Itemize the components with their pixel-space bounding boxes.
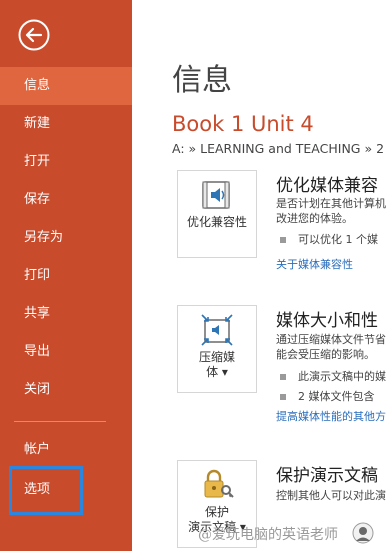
bullet-square-icon [280, 374, 286, 380]
bullet-text: 可以优化 1 个媒 [298, 233, 378, 246]
card-label: 压缩媒 [198, 350, 235, 364]
section-description-line: 能会受压缩的影响。 [276, 348, 375, 361]
sidebar-item-new[interactable]: 新建 [0, 105, 132, 143]
section-title: 媒体大小和性 [276, 311, 378, 331]
sidebar-item-print[interactable]: 打印 [0, 257, 132, 295]
compress-media-button[interactable]: 压缩媒 体 ▾ [177, 305, 257, 393]
document-path[interactable]: A: » LEARNING and TEACHING » 2 [172, 141, 384, 156]
backstage-sidebar: 信息 新建 打开 保存 另存为 打印 共享 导出 关闭 帐户 选项 [0, 0, 132, 551]
avatar [352, 522, 374, 544]
options-highlight-box [9, 466, 83, 515]
document-title: Book 1 Unit 4 [172, 112, 314, 136]
section-description-line: 改进您的体验。 [276, 212, 353, 225]
bullet-text: 2 媒体文件包含 [298, 390, 375, 403]
section-description-line: 是否计划在其他计算机 [276, 197, 386, 210]
media-compatibility-link[interactable]: 关于媒体兼容性 [276, 256, 353, 272]
bullet-square-icon [280, 394, 286, 400]
sidebar-item-share[interactable]: 共享 [0, 295, 132, 333]
sidebar-item-save-as[interactable]: 另存为 [0, 219, 132, 257]
card-label: 优化兼容性 [186, 215, 247, 229]
media-performance-link[interactable]: 提高媒体性能的其他方 [276, 408, 386, 424]
media-compatibility-icon [202, 181, 230, 209]
bullet-item: 2 媒体文件包含 [280, 388, 375, 404]
sidebar-divider [14, 421, 106, 422]
watermark-text: @爱玩电脑的英语老师 [198, 527, 338, 543]
section-description-line: 控制其他人可以对此演 [276, 489, 386, 502]
sidebar-item-save[interactable]: 保存 [0, 181, 132, 219]
bullet-item: 此演示文稿中的媒 [280, 368, 386, 384]
card-label: 保护 [204, 505, 229, 519]
back-arrow-icon[interactable] [18, 19, 50, 51]
compress-media-icon [201, 314, 233, 346]
bullet-text: 此演示文稿中的媒 [298, 370, 386, 383]
info-panel: 信息 Book 1 Unit 4 A: » LEARNING and TEACH… [132, 0, 392, 551]
section-title: 优化媒体兼容 [276, 176, 378, 196]
lock-key-icon [204, 469, 234, 498]
sidebar-item-open[interactable]: 打开 [0, 143, 132, 181]
optimize-compatibility-button[interactable]: 优化兼容性 [177, 170, 257, 258]
sidebar-item-info[interactable]: 信息 [0, 67, 132, 105]
section-title: 保护演示文稿 [276, 466, 378, 486]
sidebar-item-close[interactable]: 关闭 [0, 371, 132, 409]
card-label: 体 ▾ [206, 365, 228, 379]
sidebar-item-export[interactable]: 导出 [0, 333, 132, 371]
bullet-square-icon [280, 237, 286, 243]
page-title: 信息 [172, 63, 232, 98]
section-description-line: 通过压缩媒体文件节省 [276, 333, 386, 346]
bullet-item: 可以优化 1 个媒 [280, 231, 378, 247]
sidebar-item-account[interactable]: 帐户 [0, 431, 132, 469]
